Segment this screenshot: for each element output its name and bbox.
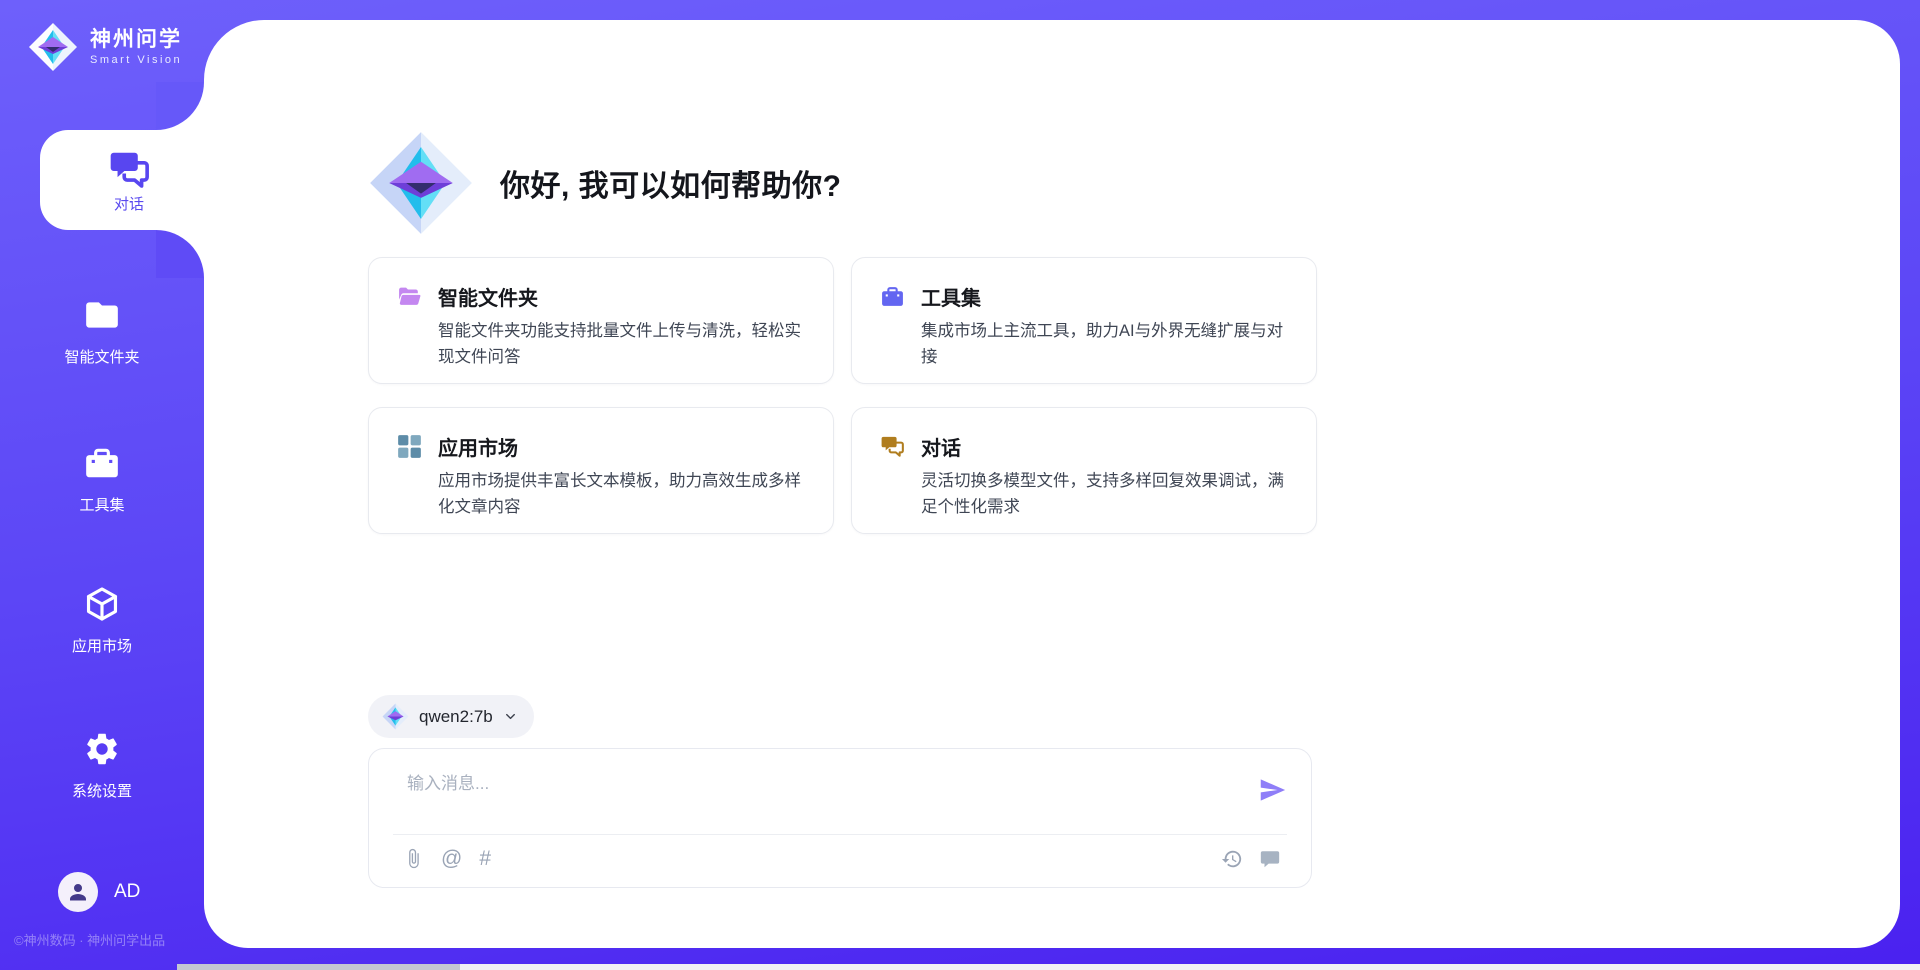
gear-icon (83, 730, 121, 768)
comment-bubble-icon[interactable] (1259, 848, 1281, 875)
active-tab-curve-bottom (156, 230, 204, 278)
card-description: 灵活切换多模型文件，支持多样回复效果调试，满足个性化需求 (921, 469, 1290, 520)
model-selector[interactable]: qwen2:7b (368, 695, 534, 738)
card-title: 应用市场 (438, 432, 518, 461)
sidebar-item-label: 应用市场 (0, 635, 204, 656)
card-description: 集成市场上主流工具，助力AI与外界无缝扩展与对接 (921, 319, 1290, 370)
brand-subtitle: Smart Vision (90, 54, 182, 66)
card-title: 智能文件夹 (438, 282, 538, 311)
composer-toolbar: @ # (403, 848, 491, 869)
sidebar-item-label: 工具集 (0, 494, 204, 515)
folder-icon (83, 296, 121, 334)
app-root: 神州问学 Smart Vision 对话 智能文件夹 工具集 应用 (0, 0, 1920, 970)
sidebar-item-settings[interactable]: 系统设置 (0, 730, 204, 801)
card-toolset[interactable]: 工具集 集成市场上主流工具，助力AI与外界无缝扩展与对接 (851, 257, 1317, 384)
brand-diamond-icon (28, 22, 78, 72)
brand-name: 神州问学 (90, 28, 182, 52)
toolbox-icon (83, 444, 121, 482)
scrollbar-thumb[interactable] (177, 964, 460, 970)
horizontal-scrollbar[interactable] (177, 964, 1920, 970)
user-account[interactable]: AD (58, 872, 140, 912)
card-description: 应用市场提供丰富长文本模板，助力高效生成多样化文章内容 (438, 469, 807, 520)
grid-icon (397, 434, 422, 459)
card-title: 工具集 (921, 282, 981, 311)
composer-right-toolbar (1221, 848, 1281, 875)
brand-logo-row: 神州问学 Smart Vision (28, 22, 182, 72)
model-diamond-icon (382, 703, 409, 730)
sidebar-item-label: 对话 (114, 193, 144, 214)
greeting-text: 你好, 我可以如何帮助你? (500, 161, 842, 205)
card-chat[interactable]: 对话 灵活切换多模型文件，支持多样回复效果调试，满足个性化需求 (851, 407, 1317, 534)
mention-icon[interactable]: @ (441, 848, 462, 869)
card-smart-folder[interactable]: 智能文件夹 智能文件夹功能支持批量文件上传与清洗，轻松实现文件问答 (368, 257, 834, 384)
attach-file-icon[interactable] (403, 848, 424, 869)
sidebar-item-label: 系统设置 (0, 780, 204, 801)
toolbox-icon (880, 284, 905, 309)
person-icon (66, 880, 90, 904)
message-input[interactable] (407, 769, 1227, 825)
chat-bubbles-icon (108, 147, 150, 189)
greeting-block: 你好, 我可以如何帮助你? (368, 130, 842, 236)
sidebar-footer-text: ©神州数码 · 神州问学出品 (14, 930, 165, 949)
sidebar-item-toolset[interactable]: 工具集 (0, 444, 204, 515)
sidebar-item-label: 智能文件夹 (0, 346, 204, 367)
active-tab-curve-top (156, 82, 204, 130)
sidebar-item-chat[interactable]: 对话 (40, 130, 218, 230)
chat-bubbles-icon (880, 434, 905, 459)
card-app-market[interactable]: 应用市场 应用市场提供丰富长文本模板，助力高效生成多样化文章内容 (368, 407, 834, 534)
send-icon[interactable] (1257, 775, 1287, 805)
composer-divider (393, 834, 1287, 835)
card-title: 对话 (921, 432, 961, 461)
card-description: 智能文件夹功能支持批量文件上传与清洗，轻松实现文件问答 (438, 319, 807, 370)
greeting-diamond-logo (368, 130, 474, 236)
cube-icon (83, 585, 121, 623)
model-name: qwen2:7b (419, 707, 493, 727)
history-icon[interactable] (1221, 848, 1243, 875)
avatar (58, 872, 98, 912)
chevron-down-icon (503, 709, 518, 724)
open-folder-icon (397, 284, 422, 309)
feature-cards: 智能文件夹 智能文件夹功能支持批量文件上传与清洗，轻松实现文件问答 工具集 集成… (368, 257, 1317, 534)
message-composer: @ # (368, 748, 1312, 888)
hashtag-icon[interactable]: # (479, 848, 491, 869)
user-name: AD (114, 881, 140, 903)
sidebar-item-smart-folder[interactable]: 智能文件夹 (0, 296, 204, 367)
sidebar-item-app-market[interactable]: 应用市场 (0, 585, 204, 656)
